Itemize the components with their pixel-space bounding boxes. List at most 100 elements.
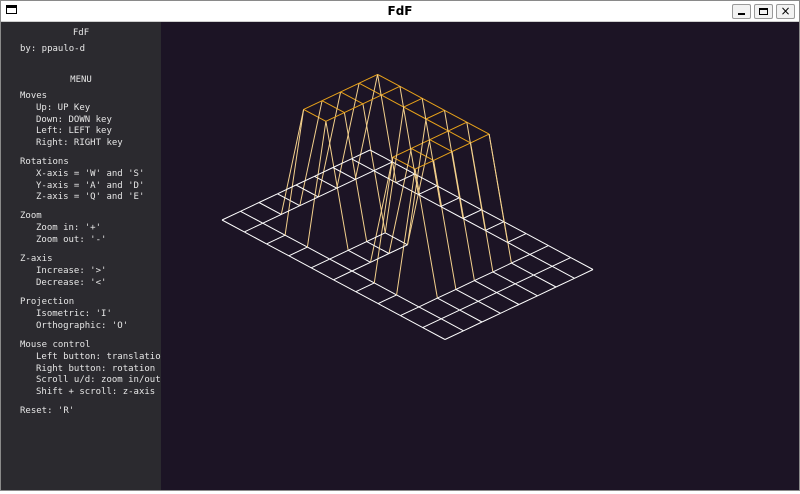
mesh-edge-h-0-6 <box>355 291 379 305</box>
mesh-edge-v-7-10 <box>574 269 594 279</box>
mesh-edge-v-0-3 <box>288 246 308 257</box>
mesh-edge-v-5-2 <box>358 73 378 84</box>
mesh-edge-h-6-3 <box>399 85 423 99</box>
fdf-window: FdF × FdF by: ppaulo-d MENU Moves Up: UP… <box>0 0 800 491</box>
mesh-edge-v-1-1 <box>262 213 282 224</box>
mesh-edge-h-0-0 <box>221 219 245 233</box>
mesh-edge-h-0-9 <box>422 327 446 340</box>
section-mouse-control: Mouse control <box>20 340 91 350</box>
mesh-edge-v-3-3 <box>344 103 364 114</box>
section-moves: Moves <box>20 91 48 101</box>
section-zoom: Zoom <box>20 211 42 221</box>
section-projection: Projection <box>20 297 75 307</box>
mesh-edge-h-4-8 <box>474 280 497 294</box>
mesh-edge-v-6-1 <box>355 170 375 180</box>
mesh-edge-v-4-0 <box>295 175 315 186</box>
close-button[interactable]: × <box>776 4 795 19</box>
mouse-shift-scroll: Shift + scroll: z-axis <box>36 387 156 397</box>
mesh-edge-h-2-0 <box>258 202 282 215</box>
mesh-edge-h-1-7 <box>396 294 420 308</box>
render-canvas[interactable] <box>161 22 799 490</box>
mesh-edge-h-5-8 <box>492 271 516 285</box>
minimize-button[interactable] <box>732 4 751 19</box>
mesh-edge-v-6-4 <box>421 98 442 207</box>
mesh-edge-v-7-0 <box>351 149 371 160</box>
mouse-left-button: Left button: translation <box>36 352 167 362</box>
maximize-button[interactable] <box>754 4 773 19</box>
mesh-edge-v-4-4 <box>384 107 405 233</box>
mesh-edge-h-6-2 <box>377 73 401 87</box>
mesh-edge-v-5-6 <box>448 121 468 132</box>
mesh-edge-h-1-1 <box>262 222 286 236</box>
mouse-scroll: Scroll u/d: zoom in/out <box>36 375 161 385</box>
mesh-edge-v-4-1 <box>318 187 338 198</box>
title-bar[interactable]: FdF × <box>1 1 799 22</box>
rotation-x: X-axis = 'W' and 'S' <box>36 169 145 179</box>
mesh-edge-v-6-7 <box>488 134 509 243</box>
mesh-edge-v-0-6 <box>355 282 375 293</box>
section-zaxis: Z-axis <box>20 254 53 264</box>
mesh-edge-h-4-3 <box>362 103 386 233</box>
mesh-edge-h-3-4 <box>366 241 390 254</box>
mesh-edge-v-2-6 <box>392 147 412 158</box>
mesh-edge-h-6-0 <box>332 167 356 180</box>
mesh-edge-v-7-3 <box>418 185 438 196</box>
mesh-edge-h-0-2 <box>266 243 290 257</box>
mesh-edge-h-7-8 <box>529 253 553 267</box>
mesh-edge-h-0-5 <box>333 279 357 293</box>
mesh-edge-v-5-8 <box>492 262 512 273</box>
mesh-edge-v-3-1 <box>299 196 319 207</box>
mesh-edge-v-3-4 <box>366 232 386 243</box>
mesh-edge-v-6-0 <box>332 158 352 168</box>
moves-right: Right: RIGHT key <box>36 138 123 148</box>
mesh-edge-v-3-7 <box>433 151 453 161</box>
mesh-edge-v-6-6 <box>466 122 486 231</box>
mesh-edge-h-1-2 <box>284 234 308 248</box>
mesh-edge-h-4-7 <box>451 151 475 281</box>
mesh-edge-h-2-2 <box>303 108 327 122</box>
mesh-edge-v-4-9 <box>496 283 516 294</box>
mesh-edge-h-0-4 <box>310 267 334 281</box>
mesh-edge-h-4-5 <box>407 139 431 245</box>
mesh-edge-h-6-6 <box>466 121 490 135</box>
mesh-edge-v-4-7 <box>451 142 471 153</box>
mesh-edge-v-4-8 <box>474 271 494 282</box>
mesh-edge-h-1-4 <box>329 258 353 272</box>
reset-label: Reset: 'R' <box>20 406 75 416</box>
mesh-edge-h-8-6 <box>503 221 527 235</box>
mesh-edge-h-5-1 <box>336 83 360 189</box>
author-label: by: ppaulo-d <box>20 44 86 54</box>
mesh-edge-v-7-1 <box>373 161 393 172</box>
mesh-edge-v-0-10 <box>444 330 464 340</box>
mesh-edge-h-1-9 <box>440 318 464 332</box>
mesh-edge-v-6-9 <box>533 265 553 276</box>
mesh-edge-v-5-4 <box>403 97 423 108</box>
mesh-edge-h-7-4 <box>440 206 464 219</box>
mesh-edge-v-7-5 <box>462 209 482 219</box>
mesh-edge-v-3-0 <box>277 184 297 195</box>
mesh-edge-h-1-0 <box>240 210 264 224</box>
moves-left: Left: LEFT key <box>36 126 112 136</box>
mesh-edge-h-6-4 <box>421 97 445 111</box>
mesh-edge-v-3-6 <box>411 139 431 149</box>
mesh-edge-h-1-3 <box>307 246 330 260</box>
mesh-edge-v-5-3 <box>381 85 401 96</box>
mesh-edge-h-5-3 <box>381 94 404 108</box>
mesh-edge-h-6-1 <box>354 74 379 180</box>
mesh-edge-h-2-1 <box>280 109 305 215</box>
zoom-in: Zoom in: '+' <box>36 223 102 233</box>
close-icon: × <box>780 4 791 18</box>
mesh-edge-h-3-9 <box>477 300 501 314</box>
mesh-edge-v-2-2 <box>303 100 323 110</box>
window-title: FdF <box>387 4 413 18</box>
mesh-edge-h-3-1 <box>299 100 323 206</box>
mesh-edge-h-8-8 <box>548 245 571 259</box>
mesh-edge-v-4-2 <box>340 82 360 93</box>
mesh-edge-v-0-4 <box>310 258 330 269</box>
mesh-edge-h-2-7 <box>414 169 438 299</box>
mesh-edge-h-3-8 <box>455 288 479 302</box>
projection-isometric: Isometric: 'I' <box>36 309 112 319</box>
mesh-edge-v-4-3 <box>362 94 382 105</box>
mesh-edge-v-5-7 <box>470 133 490 144</box>
mesh-edge-h-8-0 <box>369 149 393 163</box>
